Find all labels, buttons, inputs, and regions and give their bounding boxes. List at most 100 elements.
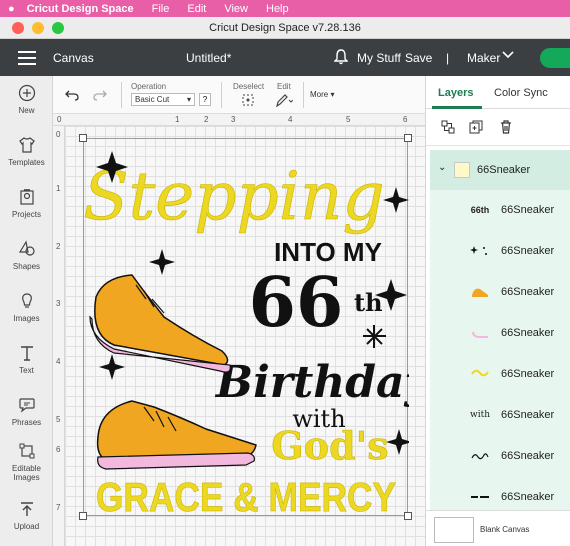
- editable-images-icon: [19, 443, 34, 459]
- layer-row[interactable]: 66Sneaker: [430, 477, 570, 510]
- layer-thumbnail: 66th: [470, 205, 490, 215]
- canvas-label: Canvas: [53, 50, 94, 65]
- layer-group-thumbnail: [454, 162, 470, 178]
- sparkle-icon: [99, 354, 125, 380]
- tab-layers[interactable]: Layers: [438, 87, 473, 99]
- menu-view[interactable]: View: [224, 3, 248, 15]
- design-canvas[interactable]: Stepping INTO MY 66 th Birthday with God…: [65, 126, 425, 546]
- design-selection[interactable]: Stepping INTO MY 66 th Birthday with God…: [83, 138, 425, 520]
- trash-icon[interactable]: [498, 119, 514, 135]
- layer-row[interactable]: with 66Sneaker: [430, 395, 570, 436]
- menu-file[interactable]: File: [152, 3, 170, 15]
- selection-handle[interactable]: [404, 512, 412, 520]
- hamburger-menu-icon[interactable]: [18, 50, 36, 65]
- ruler-tick-label: 2: [204, 115, 209, 124]
- more-menu[interactable]: More ▾: [310, 90, 334, 99]
- panel-tabs: Layers Color Sync: [426, 76, 570, 109]
- design-text-th: th: [354, 288, 383, 317]
- my-stuff-button[interactable]: My Stuff: [357, 51, 401, 65]
- layer-name: 66Sneaker: [501, 491, 555, 503]
- minimize-window-button[interactable]: [32, 21, 44, 34]
- ruler-tick-label: 5: [346, 115, 351, 124]
- redo-icon[interactable]: [93, 89, 107, 101]
- duplicate-icon[interactable]: [468, 119, 484, 135]
- sidebar-item-label: Shapes: [12, 262, 41, 271]
- edit-pen-icon[interactable]: [275, 93, 293, 107]
- sidebar-item-label: Images: [13, 314, 40, 323]
- blank-canvas-swatch[interactable]: [434, 517, 474, 543]
- design-text-stepping: Stepping: [84, 158, 385, 235]
- ruler-tick-label: 4: [56, 357, 61, 366]
- mac-menubar: ● Cricut Design Space File Edit View Hel…: [0, 0, 570, 17]
- document-title[interactable]: Untitled*: [186, 51, 231, 65]
- menu-help[interactable]: Help: [266, 3, 289, 15]
- blank-canvas-row[interactable]: Blank Canvas: [426, 510, 570, 546]
- save-button[interactable]: Save: [405, 51, 432, 65]
- zoom-window-button[interactable]: [52, 21, 64, 34]
- ruler-tick-label: 3: [56, 299, 61, 308]
- layer-row[interactable]: 66th 66Sneaker: [430, 190, 570, 231]
- chevron-down-icon[interactable]: [502, 51, 514, 59]
- app-menu[interactable]: Cricut Design Space: [27, 3, 134, 15]
- edit-label: Edit: [277, 82, 291, 91]
- ruler-tick-label: 0: [56, 130, 61, 139]
- sidebar-item-upload[interactable]: Upload: [0, 500, 53, 531]
- sidebar-item-editable-images[interactable]: Editable Images: [0, 442, 53, 482]
- sidebar-item-projects[interactable]: Projects: [0, 188, 53, 219]
- undo-icon[interactable]: [65, 89, 79, 101]
- make-it-button[interactable]: [540, 48, 570, 68]
- layer-row[interactable]: 66Sneaker: [430, 272, 570, 313]
- tab-color-sync[interactable]: Color Sync: [494, 87, 548, 99]
- selection-handle[interactable]: [79, 512, 87, 520]
- operation-help-button[interactable]: ?: [199, 93, 211, 106]
- selection-handle[interactable]: [404, 134, 412, 142]
- sidebar-item-text[interactable]: Text: [0, 344, 53, 375]
- deselect-icon[interactable]: [241, 93, 255, 107]
- operation-select[interactable]: Basic Cut ▾: [131, 93, 195, 106]
- layer-row[interactable]: 66Sneaker: [430, 313, 570, 354]
- layer-thumbnail: [468, 489, 492, 505]
- chevron-down-icon[interactable]: ⌄: [438, 162, 446, 173]
- ruler-tick-label: 2: [56, 242, 61, 251]
- sidebar-item-phrases[interactable]: Phrases: [0, 396, 53, 427]
- close-window-button[interactable]: [12, 21, 24, 34]
- text-icon: [20, 346, 33, 361]
- layer-thumbnail: [468, 243, 492, 259]
- machine-selector[interactable]: Maker: [467, 51, 500, 65]
- layer-thumbnail: [468, 325, 492, 341]
- menu-edit[interactable]: Edit: [187, 3, 206, 15]
- layer-name: 66Sneaker: [501, 327, 555, 339]
- sidebar-item-images[interactable]: Images: [0, 292, 53, 323]
- toolbar-divider: [121, 82, 122, 108]
- top-nav: Canvas Untitled* My Stuff Save | Maker: [0, 39, 570, 76]
- apple-icon[interactable]: ●: [8, 3, 15, 15]
- layers-panel: Layers Color Sync ⌄ 66Sneaker 66th 66Sne…: [425, 76, 570, 546]
- sidebar-item-shapes[interactable]: Shapes: [0, 240, 53, 271]
- selection-handle[interactable]: [79, 134, 87, 142]
- sidebar-item-new[interactable]: New: [0, 84, 53, 115]
- ruler-tick-label: 1: [56, 184, 61, 193]
- sneaker-birthday-design[interactable]: Stepping INTO MY 66 th Birthday with God…: [83, 139, 425, 520]
- group-icon[interactable]: [440, 119, 456, 135]
- sidebar-item-label: Templates: [8, 158, 45, 167]
- speech-bubble-icon: [18, 398, 35, 413]
- design-text-grace-mercy: GRACE & MERCY: [96, 474, 396, 517]
- layer-group-row[interactable]: ⌄ 66Sneaker: [430, 150, 570, 190]
- layer-name: 66Sneaker: [501, 450, 555, 462]
- window-title: Cricut Design Space v7.28.136: [209, 21, 361, 34]
- toolbar-divider: [221, 82, 222, 108]
- deselect-label: Deselect: [233, 82, 265, 91]
- layer-name: 66Sneaker: [501, 368, 555, 380]
- layer-row[interactable]: 66Sneaker: [430, 354, 570, 395]
- sparkle-icon: [383, 187, 409, 213]
- sidebar-item-label: Images: [13, 473, 40, 482]
- shapes-icon: [18, 240, 35, 256]
- nav-separator: |: [446, 50, 450, 65]
- bell-icon[interactable]: [334, 49, 348, 65]
- sparkle-icon: [363, 325, 386, 348]
- layer-row[interactable]: 66Sneaker: [430, 231, 570, 272]
- layer-row[interactable]: 66Sneaker: [430, 436, 570, 477]
- toolbar-divider: [303, 82, 304, 108]
- sidebar-item-templates[interactable]: Templates: [0, 136, 53, 167]
- ruler-tick-label: 4: [288, 115, 293, 124]
